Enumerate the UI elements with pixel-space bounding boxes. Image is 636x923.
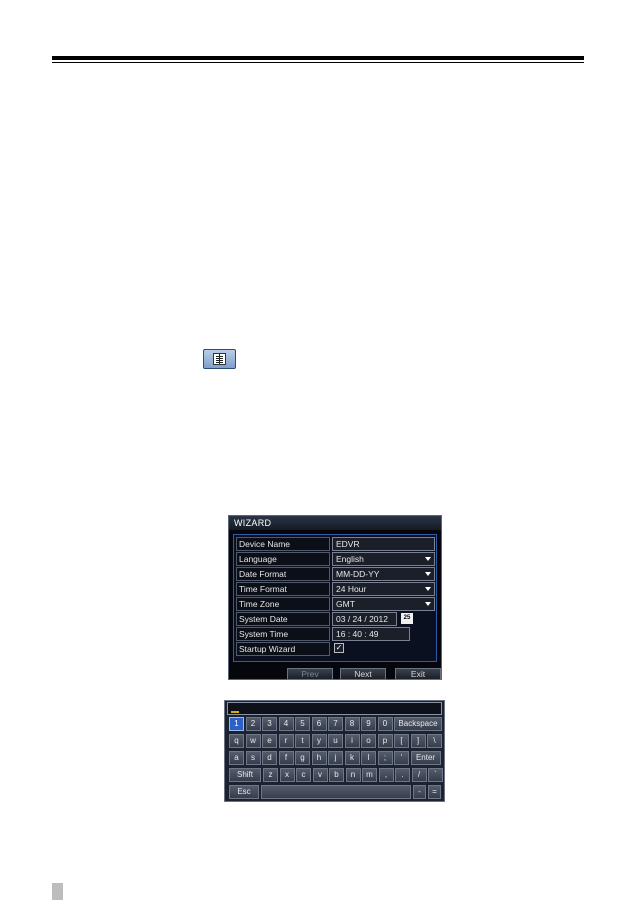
system-date-field[interactable]: 03 / 24 / 2012	[332, 612, 397, 626]
key-2[interactable]: 2	[245, 717, 261, 731]
key-slash[interactable]: /	[411, 768, 427, 782]
language-row: Language English	[236, 552, 435, 566]
wizard-settings-panel: Device Name EDVR Language English Date F…	[233, 534, 437, 662]
key-h[interactable]: h	[311, 751, 327, 765]
key-w[interactable]: w	[245, 734, 261, 748]
wizard-title: WIZARD	[229, 516, 441, 530]
date-format-select[interactable]: MM-DD-YY	[332, 567, 435, 581]
key-k[interactable]: k	[344, 751, 360, 765]
key-3[interactable]: 3	[262, 717, 277, 731]
key-7[interactable]: 7	[328, 717, 343, 731]
header-rule-thin	[52, 62, 584, 63]
key-0[interactable]: 0	[377, 717, 393, 731]
key-v[interactable]: v	[312, 768, 328, 782]
key-9[interactable]: 9	[361, 717, 376, 731]
prev-button[interactable]: Prev	[287, 668, 333, 680]
key-4[interactable]: 4	[278, 717, 294, 731]
startup-wizard-row: Startup Wizard ✓	[236, 642, 435, 656]
key-o[interactable]: o	[361, 734, 376, 748]
key-b[interactable]: b	[329, 768, 344, 782]
header-rule-thick	[52, 56, 584, 60]
key-esc[interactable]: Esc	[229, 785, 259, 799]
key-enter[interactable]: Enter	[410, 751, 441, 765]
key-left-bracket[interactable]: [	[394, 734, 409, 748]
key-i[interactable]: i	[344, 734, 360, 748]
key-e[interactable]: e	[262, 734, 277, 748]
menu-icon-button[interactable]	[203, 349, 236, 369]
key-a[interactable]: a	[229, 751, 244, 765]
key-c[interactable]: c	[296, 768, 311, 782]
system-date-row: System Date 03 / 24 / 2012 25	[236, 612, 435, 626]
device-name-row: Device Name EDVR	[236, 537, 435, 551]
calendar-icon[interactable]: 25	[401, 613, 413, 624]
key-z[interactable]: z	[263, 768, 278, 782]
key-backslash[interactable]: \	[427, 734, 442, 748]
key-f[interactable]: f	[278, 751, 294, 765]
key-backspace[interactable]: Backspace	[394, 717, 442, 731]
key-x[interactable]: x	[279, 768, 295, 782]
list-icon	[213, 353, 226, 365]
keyboard-input-field[interactable]	[227, 702, 442, 715]
key-right-bracket[interactable]: ]	[410, 734, 426, 748]
key-m[interactable]: m	[362, 768, 377, 782]
system-time-row: System Time 16 : 40 : 49	[236, 627, 435, 641]
system-time-field[interactable]: 16 : 40 : 49	[332, 627, 410, 641]
key-t[interactable]: t	[295, 734, 310, 748]
key-n[interactable]: n	[345, 768, 361, 782]
date-format-label: Date Format	[236, 567, 330, 581]
key-p[interactable]: p	[377, 734, 393, 748]
key-g[interactable]: g	[295, 751, 310, 765]
key-1[interactable]: 1	[229, 717, 244, 731]
key-8[interactable]: 8	[344, 717, 360, 731]
key-q[interactable]: q	[229, 734, 244, 748]
key-apostrophe[interactable]: '	[394, 751, 409, 765]
key-y[interactable]: y	[311, 734, 327, 748]
key-r[interactable]: r	[278, 734, 294, 748]
key-d[interactable]: d	[262, 751, 277, 765]
time-format-select[interactable]: 24 Hour	[332, 582, 435, 596]
key-5[interactable]: 5	[295, 717, 310, 731]
text-caret	[231, 711, 239, 713]
key-j[interactable]: j	[328, 751, 343, 765]
next-button[interactable]: Next	[340, 668, 386, 680]
time-zone-row: Time Zone GMT	[236, 597, 435, 611]
key-shift[interactable]: Shift	[229, 768, 261, 782]
key-period[interactable]: .	[395, 768, 410, 782]
key-semicolon[interactable]: ;	[377, 751, 393, 765]
device-name-field[interactable]: EDVR	[332, 537, 435, 551]
startup-wizard-checkbox[interactable]: ✓	[334, 643, 344, 653]
time-zone-select[interactable]: GMT	[332, 597, 435, 611]
key-u[interactable]: u	[328, 734, 343, 748]
key-space[interactable]	[261, 785, 411, 799]
key-comma[interactable]: ,	[378, 768, 394, 782]
time-zone-label: Time Zone	[236, 597, 330, 611]
language-select[interactable]: English	[332, 552, 435, 566]
key-6[interactable]: 6	[311, 717, 327, 731]
date-format-row: Date Format MM-DD-YY	[236, 567, 435, 581]
virtual-keyboard: 1 2 3 4 5 6 7 8 9 0 Backspace q w e r t y u i o p[] \ a s d f g h j k…	[224, 700, 445, 802]
wizard-window: WIZARD Device Name EDVR Language English…	[228, 515, 442, 680]
startup-wizard-label: Startup Wizard	[236, 642, 330, 656]
exit-button[interactable]: Exit	[395, 668, 441, 680]
key-minus[interactable]: -	[413, 785, 426, 799]
time-format-label: Time Format	[236, 582, 330, 596]
key-s[interactable]: s	[245, 751, 261, 765]
key-equals[interactable]: =	[428, 785, 441, 799]
key-l[interactable]: l	[361, 751, 376, 765]
system-date-label: System Date	[236, 612, 330, 626]
key-backtick[interactable]: `	[428, 768, 443, 782]
time-format-row: Time Format 24 Hour	[236, 582, 435, 596]
device-name-label: Device Name	[236, 537, 330, 551]
language-label: Language	[236, 552, 330, 566]
system-time-label: System Time	[236, 627, 330, 641]
page-footer-marker	[52, 883, 63, 900]
